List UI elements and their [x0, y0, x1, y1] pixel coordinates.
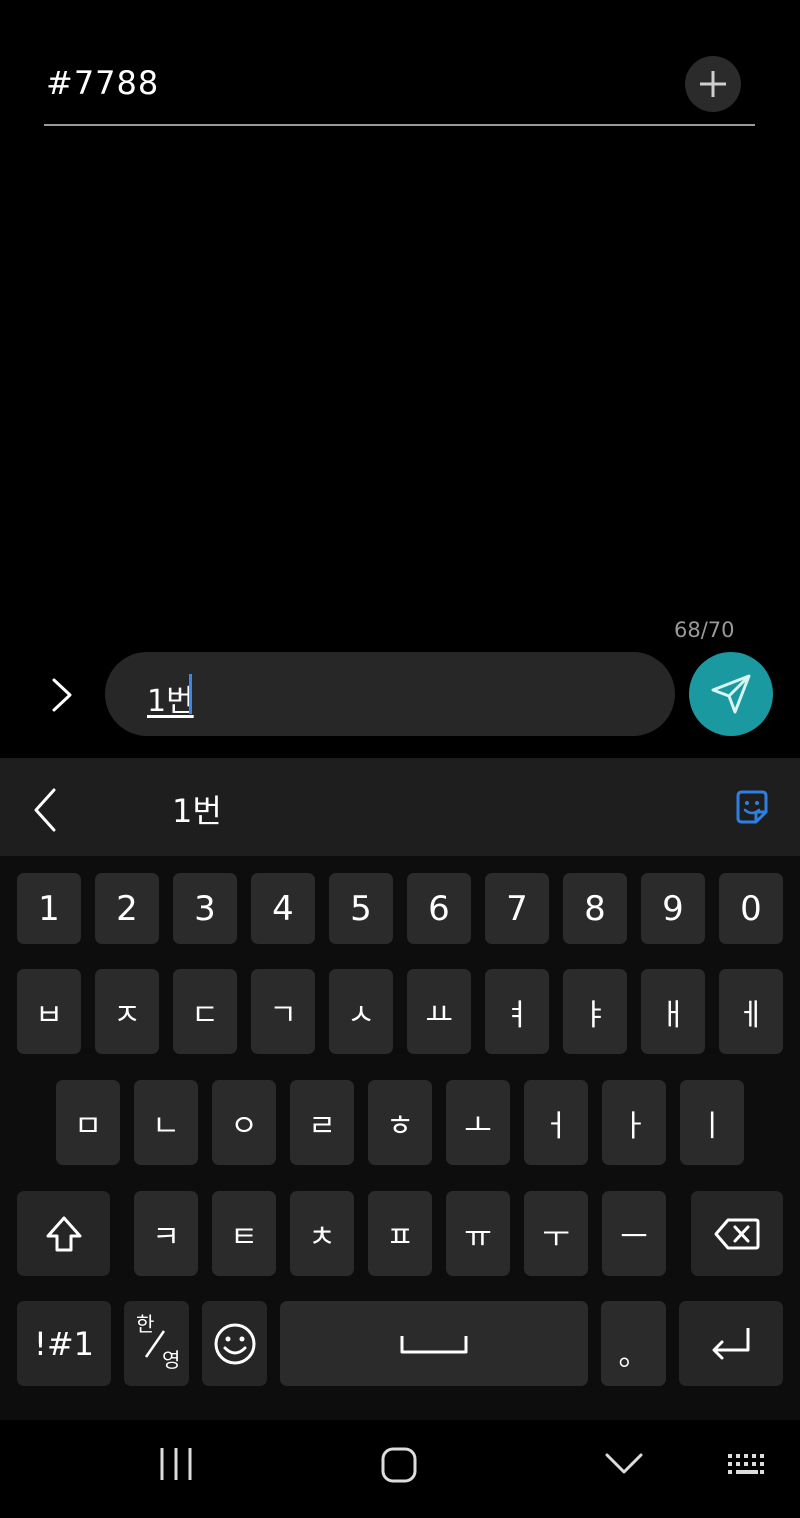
key-6[interactable]: 6	[407, 873, 471, 944]
add-recipient-button[interactable]	[685, 56, 741, 112]
keyboard: 1번 1 2 3 4 5 6 7 8 9 0 ㅂ ㅈ ㄷ ㄱ ㅅ ㅛ ㅕ ㅑ ㅐ…	[0, 758, 800, 1518]
message-input[interactable]: 1번	[105, 652, 675, 736]
shift-key[interactable]	[17, 1191, 110, 1276]
recipient-bar: #7788	[44, 52, 755, 126]
navigation-bar	[0, 1420, 800, 1518]
key-1[interactable]: 1	[17, 873, 81, 944]
emoji-icon	[214, 1323, 255, 1364]
plus-icon	[700, 71, 726, 97]
enter-key[interactable]	[679, 1301, 783, 1386]
language-switch-key[interactable]: 한 영	[124, 1301, 189, 1386]
key-giyeok[interactable]: ㄱ	[251, 969, 315, 1054]
key-a[interactable]: ㅏ	[602, 1080, 666, 1165]
suggestion-bar: 1번	[0, 758, 800, 856]
space-key[interactable]	[280, 1301, 588, 1386]
key-pieup[interactable]: ㅍ	[368, 1191, 432, 1276]
key-u[interactable]: ㅜ	[524, 1191, 588, 1276]
key-siot[interactable]: ㅅ	[329, 969, 393, 1054]
key-o[interactable]: ㅗ	[446, 1080, 510, 1165]
key-chieut[interactable]: ㅊ	[290, 1191, 354, 1276]
key-hieut[interactable]: ㅎ	[368, 1080, 432, 1165]
chevron-right-icon	[52, 678, 72, 712]
expand-attachments-button[interactable]	[42, 670, 82, 720]
space-icon	[400, 1335, 468, 1353]
suggestion-word[interactable]: 1번	[172, 786, 222, 832]
enter-icon	[712, 1327, 750, 1359]
period-key[interactable]: 。	[601, 1301, 666, 1386]
key-yeo[interactable]: ㅕ	[485, 969, 549, 1054]
hide-keyboard-icon[interactable]	[604, 1450, 644, 1478]
key-rieul[interactable]: ㄹ	[290, 1080, 354, 1165]
key-i[interactable]: ㅣ	[680, 1080, 744, 1165]
home-icon[interactable]	[380, 1446, 420, 1486]
send-icon	[711, 674, 751, 714]
key-e[interactable]: ㅔ	[719, 969, 783, 1054]
character-counter: 68/70	[674, 618, 735, 642]
key-nieun[interactable]: ㄴ	[134, 1080, 198, 1165]
recents-icon[interactable]	[158, 1446, 194, 1482]
key-bieup[interactable]: ㅂ	[17, 969, 81, 1054]
key-3[interactable]: 3	[173, 873, 237, 944]
key-4[interactable]: 4	[251, 873, 315, 944]
lang-english-label: 영	[162, 1348, 181, 1372]
text-cursor	[189, 674, 192, 714]
sticker-icon[interactable]	[732, 788, 772, 828]
key-yu[interactable]: ㅠ	[446, 1191, 510, 1276]
key-jieut[interactable]: ㅈ	[95, 969, 159, 1054]
backspace-icon	[714, 1218, 760, 1249]
chevron-left-icon[interactable]	[28, 784, 62, 832]
key-eu[interactable]: ㅡ	[602, 1191, 666, 1276]
key-7[interactable]: 7	[485, 873, 549, 944]
key-digeut[interactable]: ㄷ	[173, 969, 237, 1054]
key-ae[interactable]: ㅐ	[641, 969, 705, 1054]
shift-icon	[46, 1216, 81, 1251]
key-mieum[interactable]: ㅁ	[56, 1080, 120, 1165]
send-button[interactable]	[689, 652, 773, 736]
key-yo[interactable]: ㅛ	[407, 969, 471, 1054]
recipient-number[interactable]: #7788	[46, 64, 159, 102]
key-kieuk[interactable]: ㅋ	[134, 1191, 198, 1276]
symbols-key[interactable]: !#1	[17, 1301, 111, 1386]
key-5[interactable]: 5	[329, 873, 393, 944]
keyboard-icon[interactable]	[726, 1452, 770, 1480]
key-2[interactable]: 2	[95, 873, 159, 944]
key-eo[interactable]: ㅓ	[524, 1080, 588, 1165]
emoji-key[interactable]	[202, 1301, 267, 1386]
key-9[interactable]: 9	[641, 873, 705, 944]
key-8[interactable]: 8	[563, 873, 627, 944]
key-ya[interactable]: ㅑ	[563, 969, 627, 1054]
message-text: 1번	[147, 684, 194, 719]
key-0[interactable]: 0	[719, 873, 783, 944]
key-tieut[interactable]: ㅌ	[212, 1191, 276, 1276]
key-ieung[interactable]: ㅇ	[212, 1080, 276, 1165]
backspace-key[interactable]	[691, 1191, 783, 1276]
